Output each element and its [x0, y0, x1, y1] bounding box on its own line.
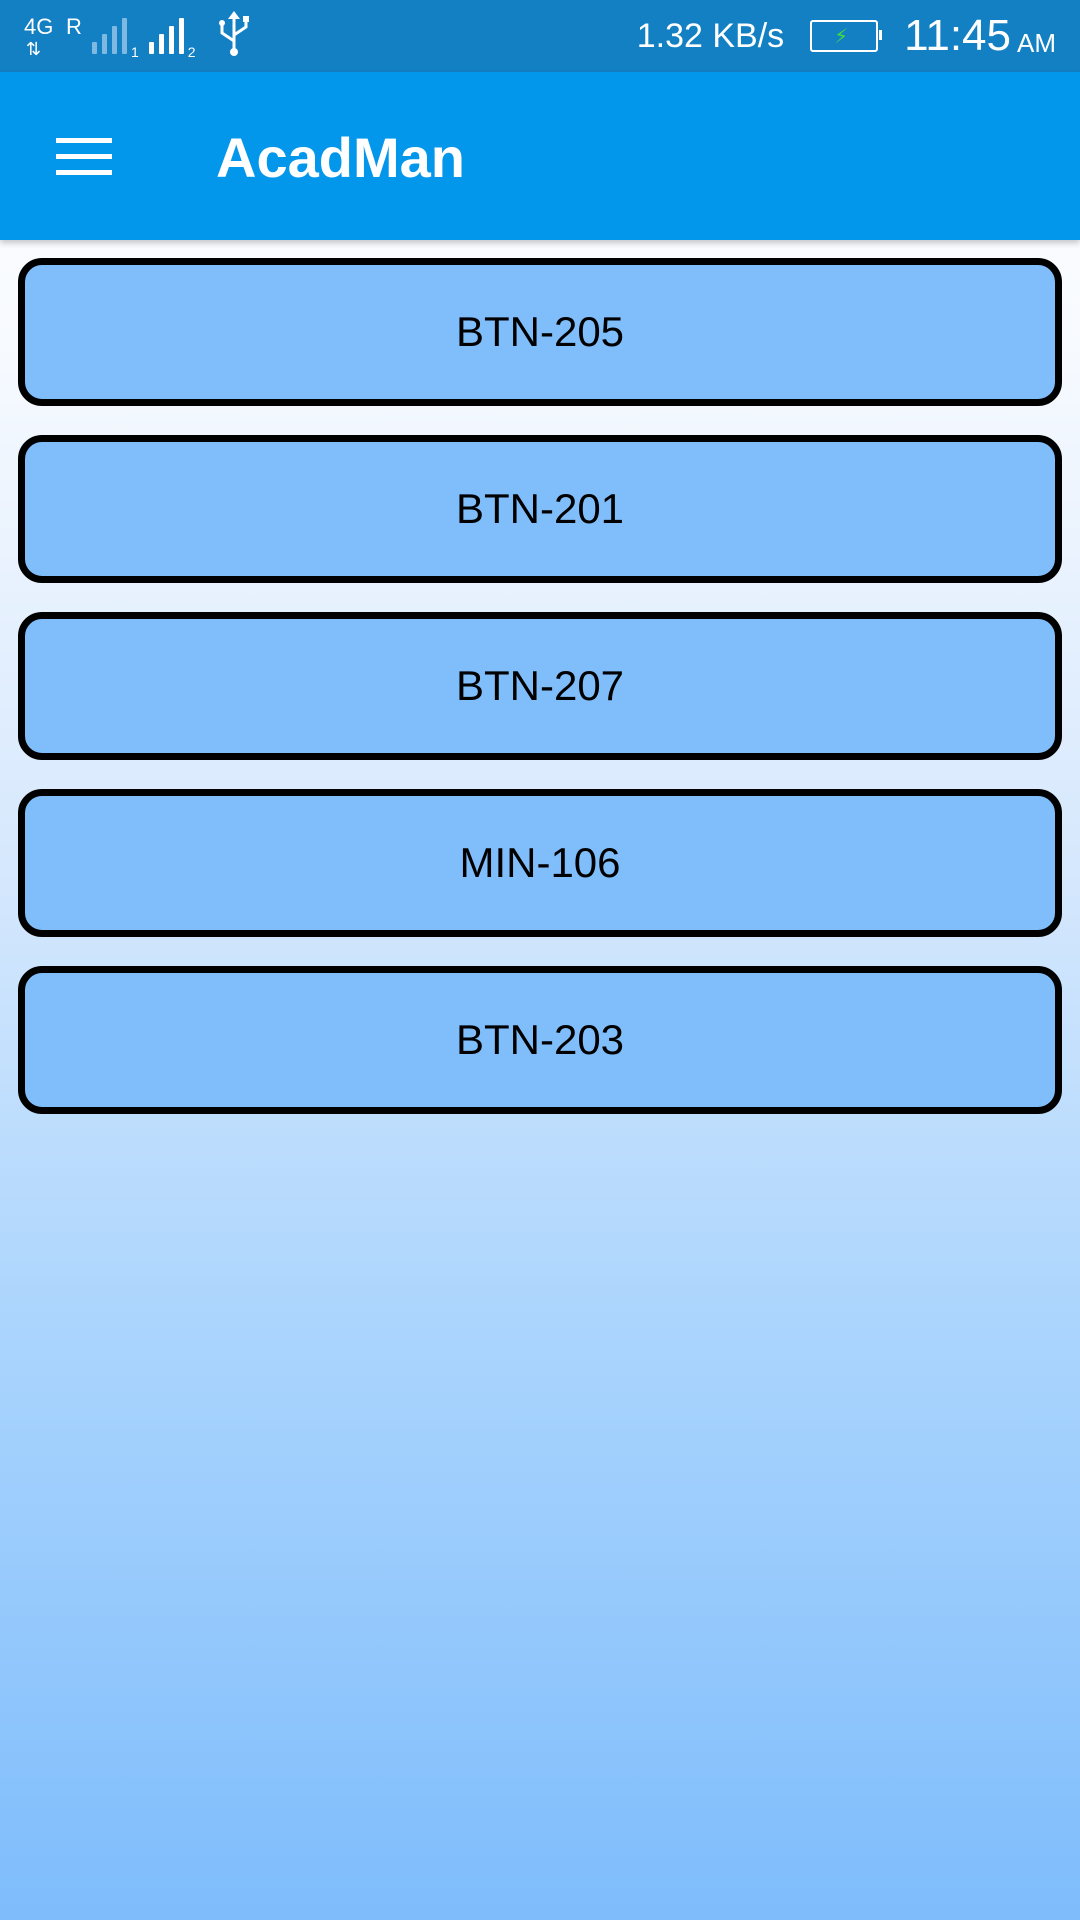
room-button-btn-203[interactable]: BTN-203 [18, 966, 1062, 1114]
sim1-label: 1 [131, 44, 139, 60]
data-activity-icon: ⇅ [26, 39, 41, 59]
room-button-btn-207[interactable]: BTN-207 [18, 612, 1062, 760]
status-bar: 4G ⇅ R 1 2 1.32 KB/s ⚡ 11:45 AM [0, 0, 1080, 72]
roaming-indicator: R [64, 12, 92, 60]
sim2-label: 2 [187, 44, 196, 60]
usb-icon [216, 10, 252, 62]
room-button-btn-201[interactable]: BTN-201 [18, 435, 1062, 583]
network-indicator: 4G ⇅ [24, 12, 64, 60]
status-left-group: 4G ⇅ R 1 2 [24, 10, 252, 62]
clock-time: 11:45 [904, 11, 1011, 60]
roaming-label: R [66, 14, 82, 39]
hamburger-menu-icon[interactable] [56, 134, 112, 178]
net-speed-label: 1.32 KB/s [636, 16, 785, 55]
app-bar: AcadMan [0, 72, 1080, 240]
sim1-signal-icon [92, 18, 127, 54]
battery-charging-icon: ⚡ [810, 20, 883, 52]
app-title: AcadMan [216, 126, 465, 189]
charging-bolt-icon: ⚡ [834, 26, 849, 48]
room-list: BTN-205 BTN-201 BTN-207 MIN-106 BTN-203 [18, 258, 1062, 1143]
status-right-group: 1.32 KB/s ⚡ 11:45 AM [637, 0, 1056, 72]
room-button-min-106[interactable]: MIN-106 [18, 789, 1062, 937]
room-button-btn-205[interactable]: BTN-205 [18, 258, 1062, 406]
sim2-signal-icon [148, 18, 184, 54]
network-type-label: 4G [24, 14, 54, 39]
clock-ampm: AM [1017, 27, 1056, 58]
